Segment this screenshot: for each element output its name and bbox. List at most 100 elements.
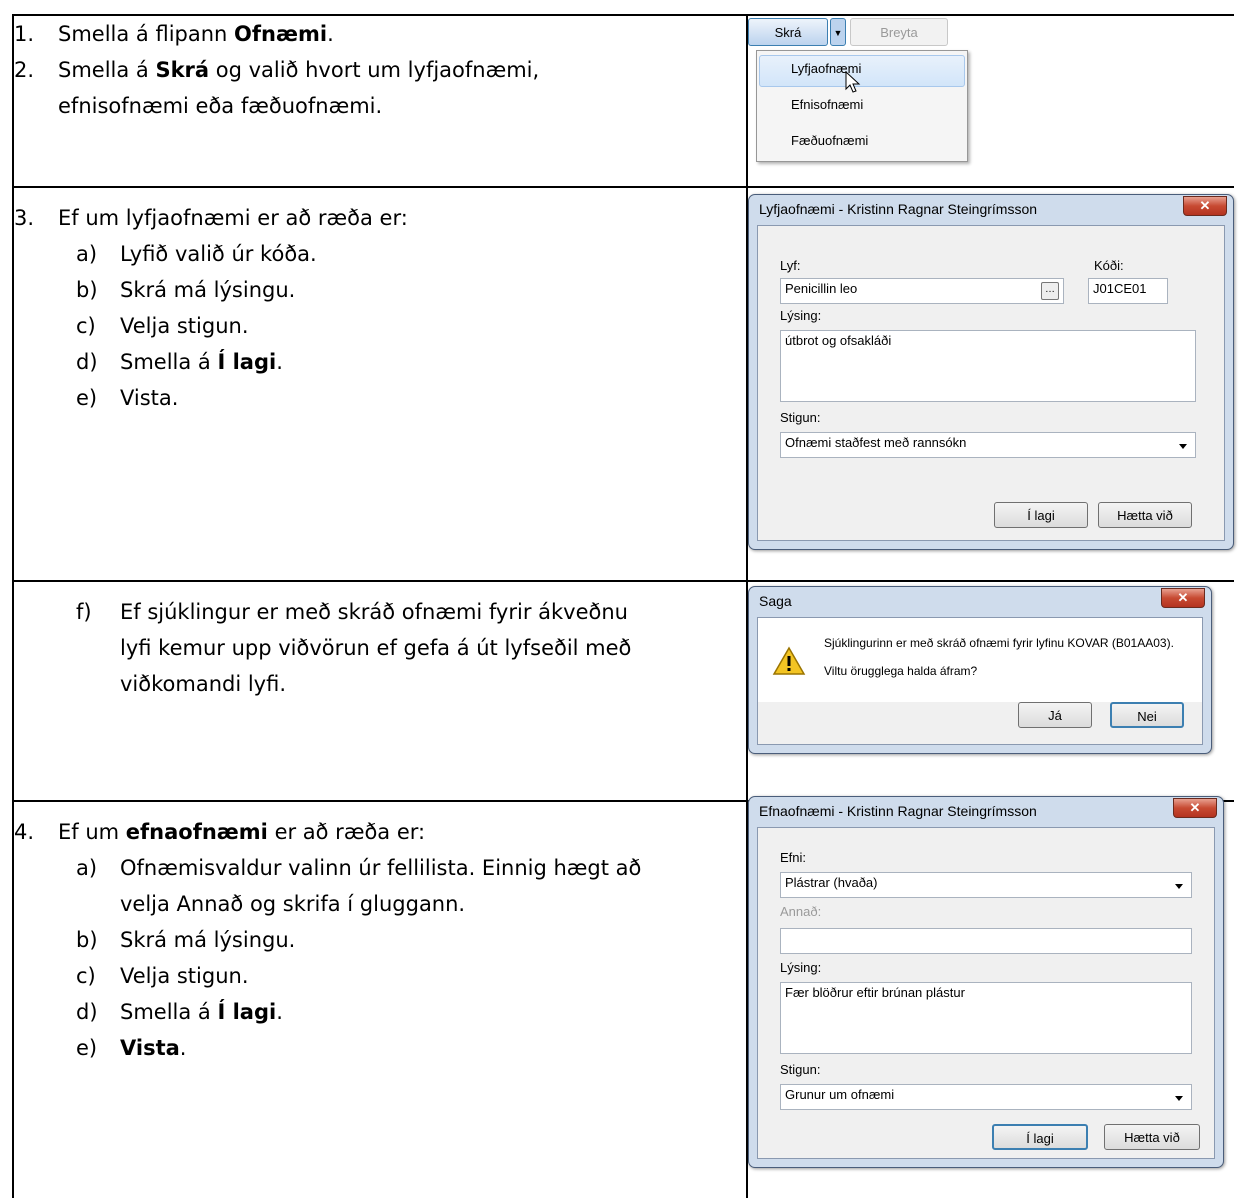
sub-letter: c) [76, 964, 96, 988]
step-text: Smella á [58, 58, 156, 82]
skra-menu: Lyfjaofnæmi Efnisofnæmi Fæðuofnæmi [756, 50, 968, 162]
step-number: 4. [14, 820, 35, 844]
sub-text: . [179, 1036, 187, 1060]
sub-step: d) Smella á Í lagi. [14, 344, 734, 380]
close-button[interactable]: ✕ [1183, 196, 1227, 216]
sub-step: e) Vista. [14, 380, 734, 416]
dialog-title: Saga ✕ [749, 587, 1211, 615]
ok-label: Í lagi [1026, 1131, 1054, 1146]
menu-item-faeduofnaemi[interactable]: Fæðuofnæmi [791, 133, 868, 148]
dialog-body: Efni: Plástrar (hvaða) Annað: Lýsing: Fæ… [757, 827, 1215, 1159]
sub-letter: d) [76, 350, 98, 374]
lyfjaofnaemi-dialog: Lyfjaofnæmi - Kristinn Ragnar Steingríms… [748, 194, 1234, 550]
no-button[interactable]: Nei [1110, 702, 1184, 728]
lyf-browse-button[interactable]: … [1041, 282, 1059, 300]
saga-warning-dialog: Saga ✕ Sjúklingurinn er með skráð ofnæmi … [748, 586, 1212, 754]
efni-select[interactable]: Plástrar (hvaða) [780, 872, 1192, 898]
yes-label: Já [1048, 708, 1062, 723]
warning-question: Viltu örugglega halda áfram? [824, 664, 978, 678]
no-label: Nei [1137, 709, 1157, 724]
step-number: 1. [14, 22, 35, 46]
sub-text: . [276, 1000, 283, 1024]
row-divider [12, 580, 1234, 582]
cancel-label: Hætta við [1117, 508, 1173, 523]
sub-text: Ofnæmisvaldur valinn úr fellilista. Einn… [120, 856, 642, 880]
step-bold: Skrá [155, 58, 210, 82]
step-text: Ef um lyfjaofnæmi er að ræða er: [58, 206, 408, 230]
sub-text: viðkomandi lyfi. [120, 672, 287, 696]
annad-input[interactable] [780, 928, 1192, 954]
sub-letter: a) [76, 242, 98, 266]
close-button[interactable]: ✕ [1161, 588, 1205, 608]
skra-menu-screenshot: Skrá ▼ Breyta Lyfjaofnæmi Efnisofnæmi Fæ… [748, 16, 970, 164]
sub-step: c) Velja stigun. [14, 958, 734, 994]
efni-value: Plástrar (hvaða) [785, 875, 878, 890]
sub-text: Smella á [120, 350, 218, 374]
step-2: 2. Smella á Skrá og valið hvort um lyfjao… [14, 52, 734, 124]
row-4-text: 4. Ef um efnaofnæmi er að ræða er: a) Ofnæ… [14, 814, 734, 1066]
step-bold: efnaofnæmi [125, 820, 268, 844]
sub-letter: e) [76, 1036, 98, 1060]
lysing-value: útbrot og ofsakláði [785, 333, 892, 348]
close-icon: ✕ [1199, 198, 1211, 213]
cancel-button[interactable]: Hætta við [1098, 502, 1192, 528]
stigun-select[interactable]: Ofnæmi staðfest með rannsókn [780, 432, 1196, 458]
menu-highlight [759, 55, 965, 87]
dialog-body: Lyf: Penicillin leo … Kóði: J01CE01 Lýsin… [757, 225, 1225, 541]
lysing-textarea[interactable]: Fær blöðrur eftir brúnan plástur [780, 982, 1192, 1054]
stigun-select[interactable]: Grunur um ofnæmi [780, 1084, 1192, 1110]
sub-bold: Í lagi [217, 1000, 277, 1024]
sub-letter: f) [76, 600, 92, 624]
sub-text: Smella á [120, 1000, 218, 1024]
lysing-label: Lýsing: [780, 308, 822, 323]
ok-label: Í lagi [1027, 508, 1055, 523]
ok-button[interactable]: Í lagi [992, 1124, 1088, 1150]
warning-icon [772, 646, 806, 675]
step-4: 4. Ef um efnaofnæmi er að ræða er: [14, 814, 734, 850]
dialog-title-text: Lyfjaofnæmi - Kristinn Ragnar Steingríms… [759, 201, 1038, 217]
menu-item-efnisofnaemi[interactable]: Efnisofnæmi [791, 97, 863, 112]
stigun-value: Ofnæmi staðfest með rannsókn [785, 435, 967, 450]
sub-letter: c) [76, 314, 96, 338]
cancel-label: Hætta við [1124, 1130, 1180, 1145]
sub-letter: b) [76, 278, 98, 302]
stigun-value: Grunur um ofnæmi [785, 1087, 895, 1102]
sub-text: velja Annað og skrifa í gluggann. [120, 892, 466, 916]
step-text: og valið hvort um lyfjaofnæmi, [209, 58, 540, 82]
kodi-value: J01CE01 [1093, 281, 1147, 296]
yes-button[interactable]: Já [1018, 702, 1092, 728]
step-1: 1. Smella á flipann Ofnæmi. [14, 16, 734, 52]
ok-button[interactable]: Í lagi [994, 502, 1088, 528]
sub-step: b) Skrá má lýsingu. [14, 922, 734, 958]
efni-label: Efni: [780, 850, 807, 865]
sub-letter: e) [76, 386, 98, 410]
kodi-input[interactable]: J01CE01 [1088, 278, 1168, 304]
step-text: er að ræða er: [267, 820, 426, 844]
dialog-title-text: Saga [759, 593, 792, 609]
lysing-value: Fær blöðrur eftir brúnan plástur [785, 985, 965, 1000]
dialog-title: Lyfjaofnæmi - Kristinn Ragnar Steingríms… [749, 195, 1233, 223]
lysing-textarea[interactable]: útbrot og ofsakláði [780, 330, 1196, 402]
step-number: 2. [14, 58, 35, 82]
sub-step: a) Lyfið valið úr kóða. [14, 236, 734, 272]
cancel-button[interactable]: Hætta við [1104, 1124, 1200, 1150]
lyf-input[interactable]: Penicillin leo… [780, 278, 1064, 304]
dialog-title-text: Efnaofnæmi - Kristinn Ragnar Steingrímss… [759, 803, 1037, 819]
skra-button[interactable]: Skrá [748, 18, 828, 46]
close-icon: ✕ [1177, 590, 1189, 605]
efnaofnaemi-dialog: Efnaofnæmi - Kristinn Ragnar Steingrímss… [748, 796, 1224, 1168]
row-divider [12, 186, 1234, 188]
sub-letter: d) [76, 1000, 98, 1024]
close-icon: ✕ [1189, 800, 1201, 815]
close-button[interactable]: ✕ [1173, 798, 1217, 818]
skra-label: Skrá [774, 25, 802, 40]
breyta-button[interactable]: Breyta [850, 18, 948, 46]
breyta-label: Breyta [880, 25, 918, 40]
annad-label: Annað: [780, 904, 822, 919]
row-3-text: f) Ef sjúklingur er með skráð ofnæmi fyri… [14, 594, 734, 702]
step-bold: Ofnæmi [234, 22, 328, 46]
sub-step: f) Ef sjúklingur er með skráð ofnæmi fyri… [14, 594, 734, 702]
sub-text: lyfi kemur upp viðvörun ef gefa á út lyf… [120, 636, 632, 660]
skra-dropdown-button[interactable]: ▼ [830, 18, 846, 46]
lysing-label: Lýsing: [780, 960, 822, 975]
